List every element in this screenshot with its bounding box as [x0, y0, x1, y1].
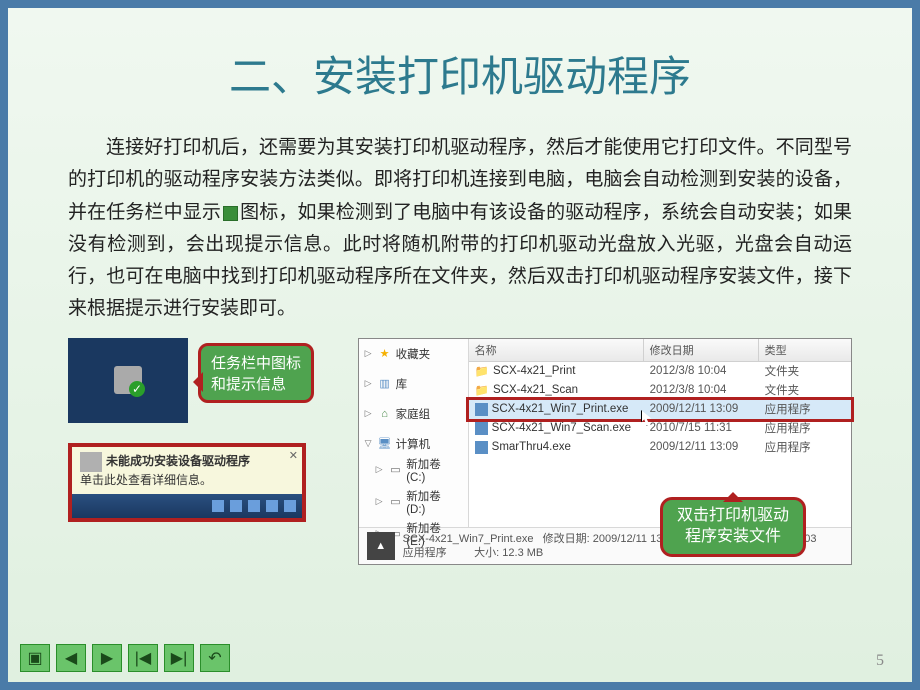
nav-computer: ▽ 🖥 计算机 [362, 434, 465, 454]
nav-pane: ▷ ★ 收藏夹 ▷ ▥ 库 ▷ ⌂ 家庭组 ▽ 🖥 计算机 ▷ ▭新加卷 (C:) ▷ ▭新加卷 (… [359, 339, 469, 527]
tray-icon [212, 500, 224, 512]
details-filetype: 应用程序 [403, 547, 447, 559]
callout-line2: 程序安装文件 [677, 527, 789, 548]
nav-drive-d: ▷ ▭新加卷 (D:) [362, 486, 465, 518]
nav-drive-c: ▷ ▭新加卷 (C:) [362, 454, 465, 486]
nav-label: 收藏夹 [396, 346, 431, 362]
col-type: 类型 [759, 339, 851, 361]
file-pane: 名称 修改日期 类型 📁 SCX-4x21_Print 2012/3/8 10:04… [469, 339, 851, 527]
explorer-body: ▷ ★ 收藏夹 ▷ ▥ 库 ▷ ⌂ 家庭组 ▽ 🖥 计算机 ▷ ▭新加卷 (C:) ▷ ▭新加卷 (… [359, 339, 851, 527]
homegroup-icon: ⌂ [378, 407, 392, 421]
file-type: 应用程序 [759, 420, 851, 436]
exe-icon [475, 403, 488, 416]
return-button[interactable]: ↶ [200, 644, 230, 672]
file-list-header: 名称 修改日期 类型 [469, 339, 851, 362]
prev-button[interactable]: ◀ [56, 644, 86, 672]
file-type: 文件夹 [759, 363, 851, 379]
callout-line2: 和提示信息 [211, 373, 301, 394]
file-date: 2012/3/8 10:04 [644, 384, 759, 396]
slide-canvas: 二、安装打印机驱动程序 连接好打印机后，还需要为其安装打印机驱动程序，然后才能使… [8, 8, 912, 682]
folder-icon: 📁 [475, 383, 489, 397]
next-button[interactable]: ▶ [92, 644, 122, 672]
drive-icon: ▭ [389, 463, 403, 477]
chevron-right-icon: ▷ [365, 408, 372, 419]
tray-icon [266, 500, 278, 512]
nav-label: 库 [396, 376, 408, 392]
chevron-down-icon: ▽ [365, 438, 372, 449]
library-icon: ▥ [378, 377, 392, 391]
star-icon: ★ [378, 347, 392, 361]
taskbar-strip [72, 494, 302, 518]
notification-subtext: 单击此处查看详细信息。 [80, 472, 294, 489]
chevron-right-icon: ▷ [376, 464, 383, 475]
install-device-icon [80, 452, 102, 472]
file-row: 📁 SCX-4x21_Print 2012/3/8 10:04文件夹 [469, 362, 851, 381]
slide-title: 二、安装打印机驱动程序 [68, 43, 852, 104]
callout-line1: 任务栏中图标 [211, 352, 301, 373]
illustration-row: 任务栏中图标 和提示信息 ✕ 未能成功安装设备驱动程序 单击此处查看详细信息。 [68, 338, 852, 566]
file-date: 2012/3/8 10:04 [644, 365, 759, 377]
nav-libraries: ▷ ▥ 库 [362, 374, 465, 394]
file-name: SCX-4x21_Print [493, 365, 575, 377]
left-illustration: 任务栏中图标 和提示信息 ✕ 未能成功安装设备驱动程序 单击此处查看详细信息。 [68, 338, 328, 522]
device-ready-icon [114, 366, 142, 394]
slide-nav-buttons: ▣ ◀ ▶ |◀ ▶| ↶ [20, 644, 230, 672]
callout-taskbar-icon: 任务栏中图标 和提示信息 [198, 343, 314, 403]
chevron-right-icon: ▷ [365, 348, 372, 359]
taskbar-icon-showcase [68, 338, 188, 423]
nav-label: 家庭组 [396, 406, 431, 422]
callout-double-click: 双击打印机驱动 程序安装文件 [660, 497, 806, 557]
nav-label: 新加卷 (C:) [406, 456, 461, 484]
callout-line1: 双击打印机驱动 [677, 506, 789, 527]
nav-label: 计算机 [396, 436, 431, 452]
tray-icon [284, 500, 296, 512]
tray-icon [248, 500, 260, 512]
exe-icon [475, 422, 488, 435]
inline-device-icon [223, 206, 238, 221]
drive-icon: ▭ [389, 495, 403, 509]
file-name: SCX-4x21_Win7_Scan.exe [492, 422, 631, 434]
folder-icon: 📁 [475, 364, 489, 378]
application-icon: ▲ [367, 532, 395, 560]
nav-favorites: ▷ ★ 收藏夹 [362, 344, 465, 364]
file-name: SmarThru4.exe [492, 441, 571, 453]
col-name: 名称 [469, 339, 644, 361]
body-paragraph: 连接好打印机后，还需要为其安装打印机驱动程序，然后才能使用它打印文件。不同型号的… [68, 132, 852, 326]
notification-balloon: ✕ 未能成功安装设备驱动程序 单击此处查看详细信息。 [72, 447, 302, 494]
exe-icon [475, 441, 488, 454]
close-icon: ✕ [289, 449, 298, 464]
details-filename: SCX-4x21_Win7_Print.exe [403, 533, 534, 545]
nav-label: 新加卷 (D:) [406, 488, 461, 516]
first-button[interactable]: |◀ [128, 644, 158, 672]
file-type: 应用程序 [759, 439, 851, 455]
computer-icon: 🖥 [378, 437, 392, 451]
file-date: 2009/12/11 13:09 [644, 403, 759, 415]
file-type: 应用程序 [759, 401, 851, 417]
file-row: SCX-4x21_Win7_Print.exe 2009/12/11 13:09应… [469, 400, 851, 419]
last-button[interactable]: ▶| [164, 644, 194, 672]
explorer-window: ▷ ★ 收藏夹 ▷ ▥ 库 ▷ ⌂ 家庭组 ▽ 🖥 计算机 ▷ ▭新加卷 (C:) ▷ ▭新加卷 (… [358, 338, 852, 566]
file-row: SCX-4x21_Win7_Scan.exe 2010/7/15 11:31应用程… [469, 419, 851, 438]
file-row: SmarThru4.exe 2009/12/11 13:09应用程序 [469, 438, 851, 457]
slide-outer-border: 二、安装打印机驱动程序 连接好打印机后，还需要为其安装打印机驱动程序，然后才能使… [0, 0, 920, 690]
details-modified-label: 修改日期: [543, 533, 590, 545]
nav-homegroup: ▷ ⌂ 家庭组 [362, 404, 465, 424]
page-number: 5 [876, 652, 884, 670]
chevron-right-icon: ▷ [365, 378, 372, 389]
tray-icon [230, 500, 242, 512]
col-modified: 修改日期 [644, 339, 759, 361]
file-name: SCX-4x21_Win7_Print.exe [492, 403, 629, 415]
file-rows: 📁SCX-4x21_Print2012/3/8 10:04文件夹📁SCX-4x2… [469, 362, 851, 457]
notification-title: 未能成功安装设备驱动程序 [106, 454, 250, 468]
notification-balloon-highlight: ✕ 未能成功安装设备驱动程序 单击此处查看详细信息。 [68, 443, 306, 522]
chevron-right-icon: ▷ [376, 496, 383, 507]
file-date: 2010/7/15 11:31 [644, 422, 759, 434]
file-date: 2009/12/11 13:09 [644, 441, 759, 453]
file-name: SCX-4x21_Scan [493, 384, 578, 396]
file-type: 文件夹 [759, 382, 851, 398]
home-button[interactable]: ▣ [20, 644, 50, 672]
details-size: 12.3 MB [502, 547, 543, 559]
details-size-label: 大小: [474, 547, 499, 559]
file-row: 📁 SCX-4x21_Scan 2012/3/8 10:04文件夹 [469, 381, 851, 400]
